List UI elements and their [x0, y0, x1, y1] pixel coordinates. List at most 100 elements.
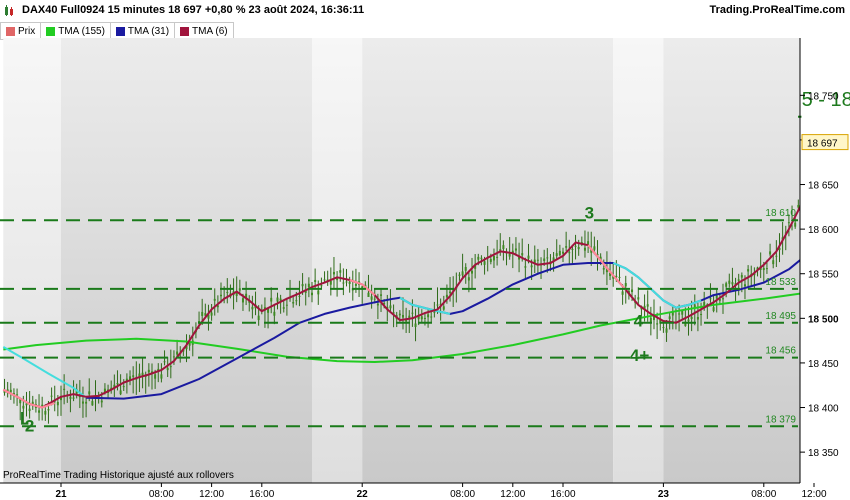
level-label: 18 533 — [765, 277, 796, 288]
candle-body — [85, 401, 88, 404]
candle-body — [169, 366, 172, 368]
y-tick-label: 18 650 — [808, 181, 839, 192]
candle-body — [285, 304, 288, 306]
candle-body — [740, 275, 743, 278]
candle-body — [414, 323, 417, 327]
candle-body — [91, 401, 94, 406]
candle-body — [502, 245, 505, 249]
candle-body — [63, 388, 66, 391]
candle-body — [154, 374, 157, 379]
candle-body — [844, 177, 846, 178]
candle-body — [220, 294, 223, 297]
candle-body — [558, 250, 561, 256]
candle-body — [241, 298, 244, 303]
candle-body — [743, 284, 746, 287]
candle-body — [279, 298, 282, 301]
candle-body — [47, 409, 50, 411]
candle-body — [536, 259, 539, 261]
candle-body — [656, 323, 659, 325]
wave-annotation: 4 — [634, 311, 644, 330]
session-band — [61, 38, 312, 483]
candle-body — [88, 391, 91, 395]
candle-body — [624, 283, 627, 287]
candle-body — [445, 294, 448, 298]
candle-body — [728, 280, 731, 284]
candle-body — [521, 253, 524, 256]
candle-body — [41, 404, 44, 407]
plot-area — [2, 38, 846, 483]
candle-body — [307, 283, 310, 288]
candle-body — [477, 256, 480, 260]
candle-body — [471, 270, 474, 274]
candle-body — [273, 311, 276, 316]
candle-body — [665, 328, 668, 333]
candle-body — [345, 281, 348, 283]
candle-body — [370, 296, 373, 300]
candle-body — [835, 168, 837, 169]
candle-body — [172, 356, 175, 358]
candle-body — [546, 257, 549, 259]
candle-body — [314, 279, 317, 282]
candle-body — [794, 222, 797, 227]
candle-body — [826, 165, 828, 169]
candle-body — [276, 297, 279, 302]
candle-body — [631, 289, 634, 293]
candle-body — [565, 246, 568, 248]
candle-body — [323, 279, 326, 281]
level-label: 18 379 — [765, 414, 796, 425]
wave-annotation: 3 — [585, 203, 594, 222]
candle-body — [28, 408, 31, 412]
candle-body — [16, 394, 19, 396]
candle-body — [354, 283, 357, 286]
candle-body — [458, 274, 461, 276]
candle-body — [292, 301, 295, 304]
candle-body — [373, 298, 376, 300]
candle-body — [800, 200, 802, 201]
candle-body — [166, 367, 169, 371]
candle-body — [649, 317, 652, 323]
candle-body — [678, 313, 681, 315]
candle-body — [709, 298, 712, 300]
candle-body — [646, 304, 649, 307]
candle-body — [687, 319, 690, 322]
candle-body — [147, 369, 150, 373]
candle-body — [574, 245, 577, 247]
y-tick-label: 18 750 — [808, 91, 839, 102]
candle-body — [339, 270, 342, 273]
candle-body — [251, 306, 254, 310]
candle-body — [201, 311, 204, 316]
candle-body — [270, 297, 273, 302]
candle-body — [637, 297, 640, 300]
x-tick-label: 16:00 — [249, 489, 274, 500]
x-tick-label: 08:00 — [751, 489, 776, 500]
candle-body — [514, 248, 517, 251]
y-tick-label: 18 550 — [808, 270, 839, 281]
candle-body — [832, 169, 834, 173]
candle-body — [401, 314, 404, 318]
candle-body — [332, 271, 335, 275]
candle-body — [543, 258, 546, 261]
candle-body — [311, 292, 313, 296]
y-tick-label: 18 500 — [808, 314, 839, 325]
level-label: 18 610 — [765, 208, 796, 219]
candle-body — [571, 248, 574, 250]
candle-body — [725, 283, 728, 287]
candle-body — [583, 247, 586, 251]
candle-body — [389, 305, 392, 309]
x-tick-label: 12:00 — [801, 489, 826, 500]
candle-body — [668, 316, 671, 319]
candle-body — [696, 317, 699, 320]
candle-body — [772, 260, 775, 265]
candle-body — [116, 383, 119, 385]
candle-body — [700, 314, 703, 316]
price-chart[interactable]: 18 61018 53318 49518 45618 3795 - 18 726… — [0, 0, 850, 500]
x-tick-label: 08:00 — [450, 489, 475, 500]
candle-body — [524, 266, 527, 268]
candle-body — [226, 292, 229, 294]
candle-body — [213, 298, 216, 301]
candle-body — [747, 269, 750, 272]
x-tick-label: 21 — [55, 489, 67, 500]
candle-body — [376, 303, 379, 306]
session-band — [312, 38, 363, 483]
level-label: 18 456 — [765, 346, 796, 357]
